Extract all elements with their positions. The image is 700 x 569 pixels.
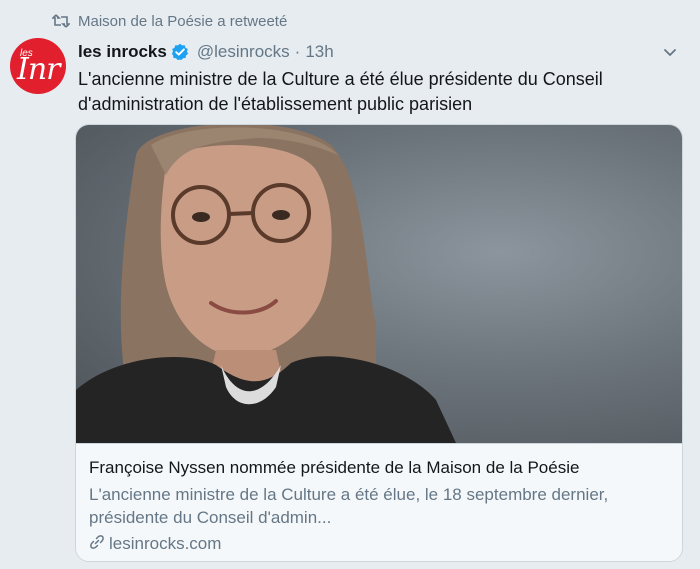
card-image[interactable] (76, 125, 682, 443)
portrait-illustration (76, 125, 456, 443)
tweet-text: L'ancienne ministre de la Culture a été … (78, 69, 603, 114)
tweet-timestamp[interactable]: 13h (305, 42, 333, 62)
card-link[interactable]: lesinrocks.com (89, 534, 221, 554)
card-domain[interactable]: lesinrocks.com (109, 534, 221, 554)
header-separator: · (294, 42, 301, 61)
avatar[interactable]: les Inr (10, 38, 66, 94)
avatar-logo-text: Inr (17, 52, 61, 87)
tweet-header: les inrocks @lesinrocks · 13h (78, 40, 334, 64)
author-name[interactable]: les inrocks (78, 42, 167, 62)
card-body[interactable]: Françoise Nyssen nommée présidente de la… (76, 443, 682, 561)
tweet[interactable]: Maison de la Poésie a retweeté les Inr l… (0, 0, 700, 569)
author-handle[interactable]: @lesinrocks (197, 42, 290, 62)
link-icon (89, 534, 105, 555)
card-title[interactable]: Françoise Nyssen nommée présidente de la… (89, 458, 579, 478)
verified-badge-icon (171, 43, 189, 61)
link-card[interactable]: Françoise Nyssen nommée présidente de la… (75, 124, 683, 562)
card-description: L'ancienne ministre de la Culture a été … (89, 485, 609, 527)
chevron-down-icon[interactable] (662, 44, 678, 60)
retweet-context[interactable]: Maison de la Poésie a retweeté (52, 10, 287, 32)
retweet-icon (52, 14, 70, 28)
retweet-label[interactable]: Maison de la Poésie a retweeté (78, 13, 287, 30)
